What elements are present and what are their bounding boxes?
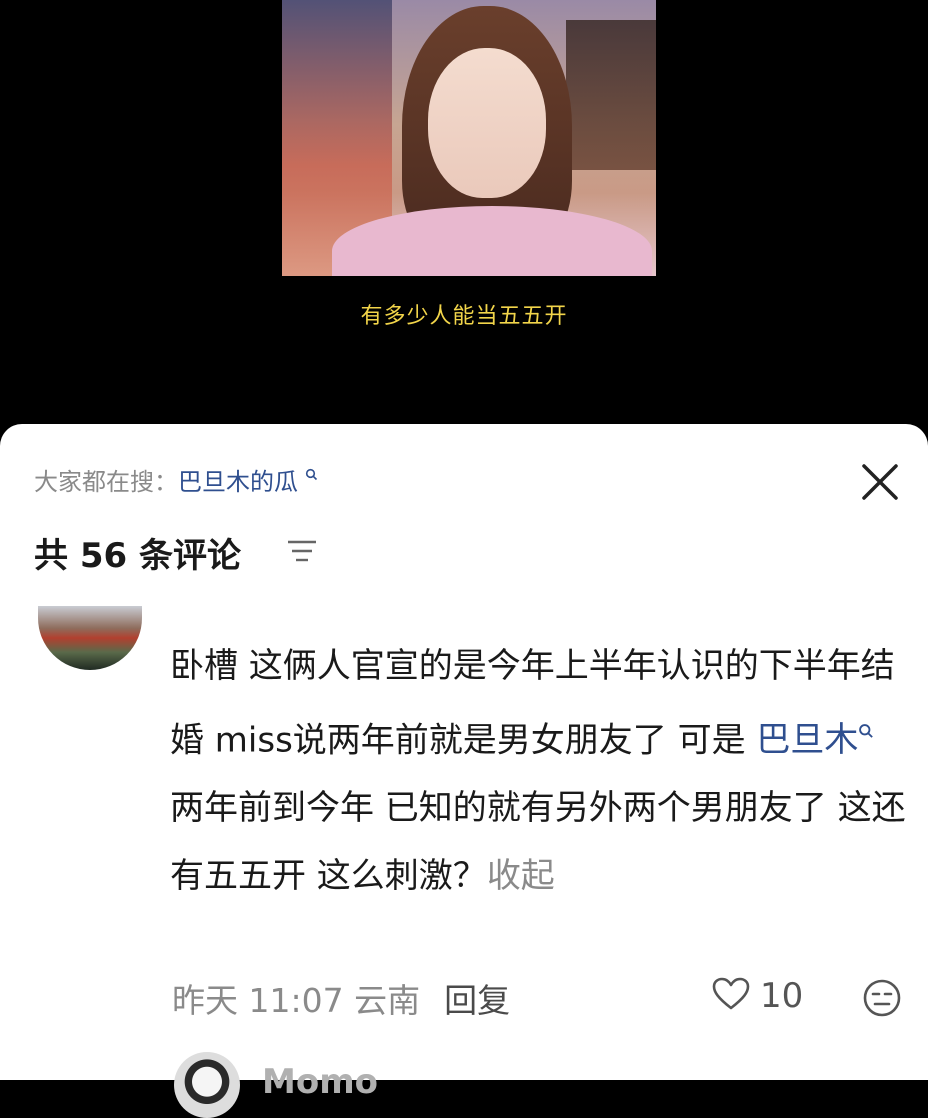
video-subtitle: 有多少人能当五五开 [360,304,568,329]
like-count: 10 [760,976,804,1016]
avatar[interactable] [38,606,142,670]
comment-time-location: 昨天 11:07 云南 [172,981,421,1020]
like-button[interactable]: 10 [712,974,803,1018]
video-player[interactable]: 有多少人能当五五开 [0,0,928,440]
video-background-shelf [566,20,656,170]
video-frame [282,0,656,276]
search-icon [300,467,318,485]
trending-search-prefix: 大家都在搜： [34,468,178,496]
comment-meta: 昨天 11:07 云南 回复 [172,974,510,1022]
search-icon [858,723,874,744]
sort-icon[interactable] [286,538,318,564]
heart-icon [712,977,750,1015]
comment-body: 卧槽 这俩人官宣的是今年上半年认识的下半年结婚 miss说两年前就是男女朋友了 … [170,632,910,910]
next-comment-username[interactable]: Momo [262,1062,378,1102]
trending-search[interactable]: 大家都在搜：巴旦木的瓜 [34,462,318,497]
video-person-face [428,48,546,198]
trending-search-term[interactable]: 巴旦木的瓜 [178,468,298,496]
dislike-face-icon[interactable] [862,978,902,1018]
comment-keyword-link[interactable]: 巴旦木 [756,720,874,760]
collapse-button[interactable]: 收起 [487,856,555,896]
next-comment-avatar[interactable] [174,1052,240,1118]
comment-keyword: 巴旦木 [756,720,859,761]
comment-count: 共 56 条评论 [34,536,241,576]
reply-button[interactable]: 回复 [444,981,510,1020]
close-icon[interactable] [858,460,902,504]
